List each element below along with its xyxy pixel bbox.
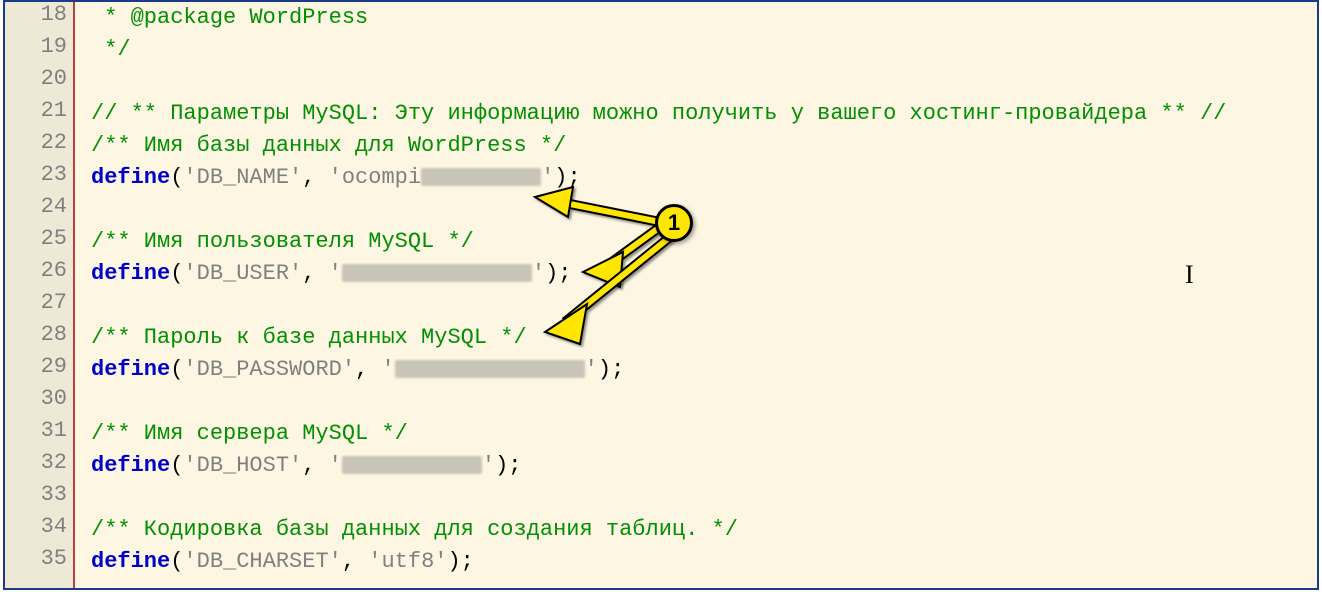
editor-frame: 18 * @package WordPress19 */2021// ** Па… — [3, 0, 1319, 590]
annotation-badge-1: 1 — [655, 204, 693, 242]
annotation-arrow-icon — [5, 2, 1319, 590]
